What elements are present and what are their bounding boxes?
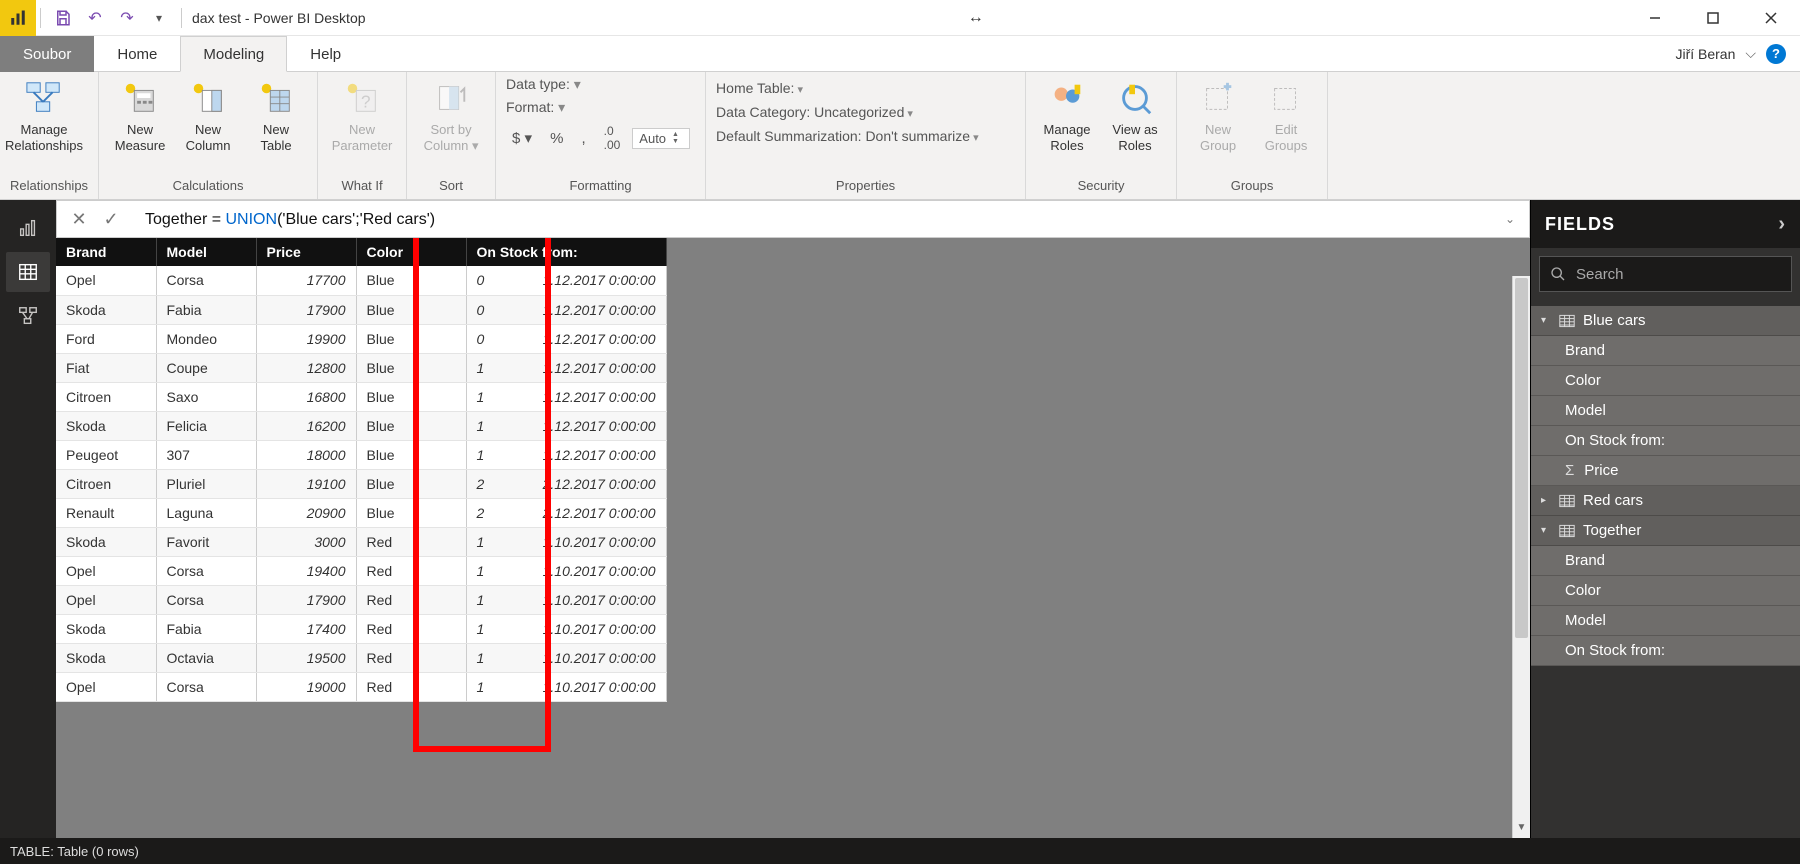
- decimal-places-input[interactable]: Auto▲▼: [632, 128, 690, 149]
- expand-formula-icon[interactable]: ⌄: [1499, 212, 1521, 226]
- column-header[interactable]: Model: [156, 238, 256, 266]
- thousands-button[interactable]: ,: [575, 128, 591, 149]
- percent-button[interactable]: %: [544, 128, 569, 149]
- fields-search-input[interactable]: Search: [1539, 256, 1792, 292]
- status-bar: TABLE: Table (0 rows): [0, 838, 1800, 864]
- format-dropdown[interactable]: Format:: [506, 99, 565, 116]
- currency-button[interactable]: $ ▾: [506, 127, 538, 149]
- table-row[interactable]: SkodaFabia17400Red1 1.10.2017 0:00:00: [56, 614, 666, 643]
- collapse-pane-icon[interactable]: ›: [1778, 213, 1786, 236]
- view-switcher: [0, 200, 56, 838]
- tab-help[interactable]: Help: [287, 36, 364, 72]
- sort-by-column-button[interactable]: Sort by Column ▾: [417, 76, 485, 153]
- minimize-button[interactable]: [1626, 0, 1684, 36]
- app-logo: [0, 0, 36, 36]
- user-name[interactable]: Jiří Beran: [1675, 46, 1735, 62]
- main-area: ✕ ✓ Together = UNION('Blue cars';'Red ca…: [0, 200, 1800, 838]
- field-column[interactable]: On Stock from:: [1531, 636, 1800, 666]
- fields-pane: FIELDS › Search ▾Blue carsBrandColorMode…: [1530, 200, 1800, 838]
- data-category-dropdown[interactable]: Data Category: Uncategorized: [716, 104, 913, 120]
- formula-bar: ✕ ✓ Together = UNION('Blue cars';'Red ca…: [56, 200, 1530, 238]
- report-view-button[interactable]: [6, 208, 50, 248]
- new-group-button[interactable]: New Group: [1187, 76, 1249, 153]
- title-bar: ↶ ↷ ▾ dax test - Power BI Desktop ↔: [0, 0, 1800, 36]
- new-parameter-button[interactable]: ? New Parameter: [328, 76, 396, 153]
- column-header[interactable]: Brand: [56, 238, 156, 266]
- data-type-dropdown[interactable]: Data type:: [506, 76, 581, 93]
- window-title: dax test - Power BI Desktop: [192, 10, 366, 26]
- table-row[interactable]: Peugeot30718000Blue1 1.12.2017 0:00:00: [56, 440, 666, 469]
- field-column[interactable]: Color: [1531, 366, 1800, 396]
- redo-icon[interactable]: ↷: [113, 4, 141, 32]
- new-measure-button[interactable]: New Measure: [109, 76, 171, 153]
- column-header[interactable]: Price: [256, 238, 356, 266]
- field-table[interactable]: ▾Together: [1531, 516, 1800, 546]
- ribbon: Manage Relationships Relationships New M…: [0, 72, 1800, 200]
- help-icon[interactable]: ?: [1766, 44, 1786, 64]
- home-table-dropdown[interactable]: Home Table:: [716, 80, 803, 96]
- fields-list: ▾Blue carsBrandColorModelOn Stock from:P…: [1531, 300, 1800, 838]
- ribbon-tabs: Soubor Home Modeling Help Jiří Beran ⌵ ?: [0, 36, 1800, 72]
- maximize-button[interactable]: [1684, 0, 1742, 36]
- table-row[interactable]: FordMondeo19900Blue0 1.12.2017 0:00:00: [56, 324, 666, 353]
- table-row[interactable]: SkodaFabia17900Blue0 1.12.2017 0:00:00: [56, 295, 666, 324]
- manage-relationships-button[interactable]: Manage Relationships: [10, 76, 78, 153]
- table-row[interactable]: OpelCorsa17700Blue0 1.12.2017 0:00:00: [56, 266, 666, 295]
- status-text: TABLE: Table (0 rows): [10, 844, 139, 859]
- undo-icon[interactable]: ↶: [81, 4, 109, 32]
- table-row[interactable]: OpelCorsa19400Red1 1.10.2017 0:00:00: [56, 556, 666, 585]
- save-icon[interactable]: [49, 4, 77, 32]
- fields-title: FIELDS: [1545, 214, 1615, 235]
- new-table-button[interactable]: New Table: [245, 76, 307, 153]
- tab-file[interactable]: Soubor: [0, 36, 94, 72]
- table-row[interactable]: SkodaOctavia19500Red1 1.10.2017 0:00:00: [56, 643, 666, 672]
- field-column[interactable]: Model: [1531, 396, 1800, 426]
- data-view-button[interactable]: [6, 252, 50, 292]
- decimals-icon: .0.00: [598, 122, 627, 154]
- table-row[interactable]: RenaultLaguna20900Blue2 2.12.2017 0:00:0…: [56, 498, 666, 527]
- resize-horizontal-icon: ↔: [968, 9, 984, 27]
- table-row[interactable]: CitroenPluriel19100Blue2 2.12.2017 0:00:…: [56, 469, 666, 498]
- field-column[interactable]: Brand: [1531, 546, 1800, 576]
- field-table[interactable]: ▾Blue cars: [1531, 306, 1800, 336]
- tab-modeling[interactable]: Modeling: [180, 36, 287, 72]
- manage-roles-button[interactable]: Manage Roles: [1036, 76, 1098, 153]
- table-row[interactable]: OpelCorsa17900Red1 1.10.2017 0:00:00: [56, 585, 666, 614]
- field-column[interactable]: On Stock from:: [1531, 426, 1800, 456]
- new-column-button[interactable]: New Column: [177, 76, 239, 153]
- tab-home[interactable]: Home: [94, 36, 180, 72]
- table-row[interactable]: SkodaFavorit3000Red1 1.10.2017 0:00:00: [56, 527, 666, 556]
- table-row[interactable]: CitroenSaxo16800Blue1 1.12.2017 0:00:00: [56, 382, 666, 411]
- column-header[interactable]: Color: [356, 238, 466, 266]
- svg-text:?: ?: [361, 93, 371, 112]
- cancel-formula-button[interactable]: ✕: [65, 205, 93, 233]
- model-view-button[interactable]: [6, 296, 50, 336]
- search-icon: [1550, 266, 1566, 282]
- vertical-scrollbar[interactable]: ▲ ▼: [1512, 276, 1530, 838]
- table-row[interactable]: FiatCoupe12800Blue1 1.12.2017 0:00:00: [56, 353, 666, 382]
- field-column[interactable]: Brand: [1531, 336, 1800, 366]
- close-button[interactable]: [1742, 0, 1800, 36]
- field-column[interactable]: Color: [1531, 576, 1800, 606]
- column-header[interactable]: On Stock from:: [466, 238, 666, 266]
- qat-dropdown-icon[interactable]: ▾: [145, 4, 173, 32]
- field-column[interactable]: Model: [1531, 606, 1800, 636]
- user-dropdown-icon[interactable]: ⌵: [1745, 45, 1756, 62]
- commit-formula-button[interactable]: ✓: [97, 205, 125, 233]
- field-table[interactable]: ▸Red cars: [1531, 486, 1800, 516]
- field-column[interactable]: Price: [1531, 456, 1800, 486]
- formula-input[interactable]: Together = UNION('Blue cars';'Red cars'): [129, 209, 1495, 229]
- view-as-roles-button[interactable]: View as Roles: [1104, 76, 1166, 153]
- table-row[interactable]: OpelCorsa19000Red1 1.10.2017 0:00:00: [56, 672, 666, 701]
- default-summarization-dropdown[interactable]: Default Summarization: Don't summarize: [716, 128, 979, 144]
- data-grid[interactable]: BrandModelPriceColorOn Stock from:OpelCo…: [56, 238, 1530, 838]
- edit-groups-button[interactable]: Edit Groups: [1255, 76, 1317, 153]
- table-row[interactable]: SkodaFelicia16200Blue1 1.12.2017 0:00:00: [56, 411, 666, 440]
